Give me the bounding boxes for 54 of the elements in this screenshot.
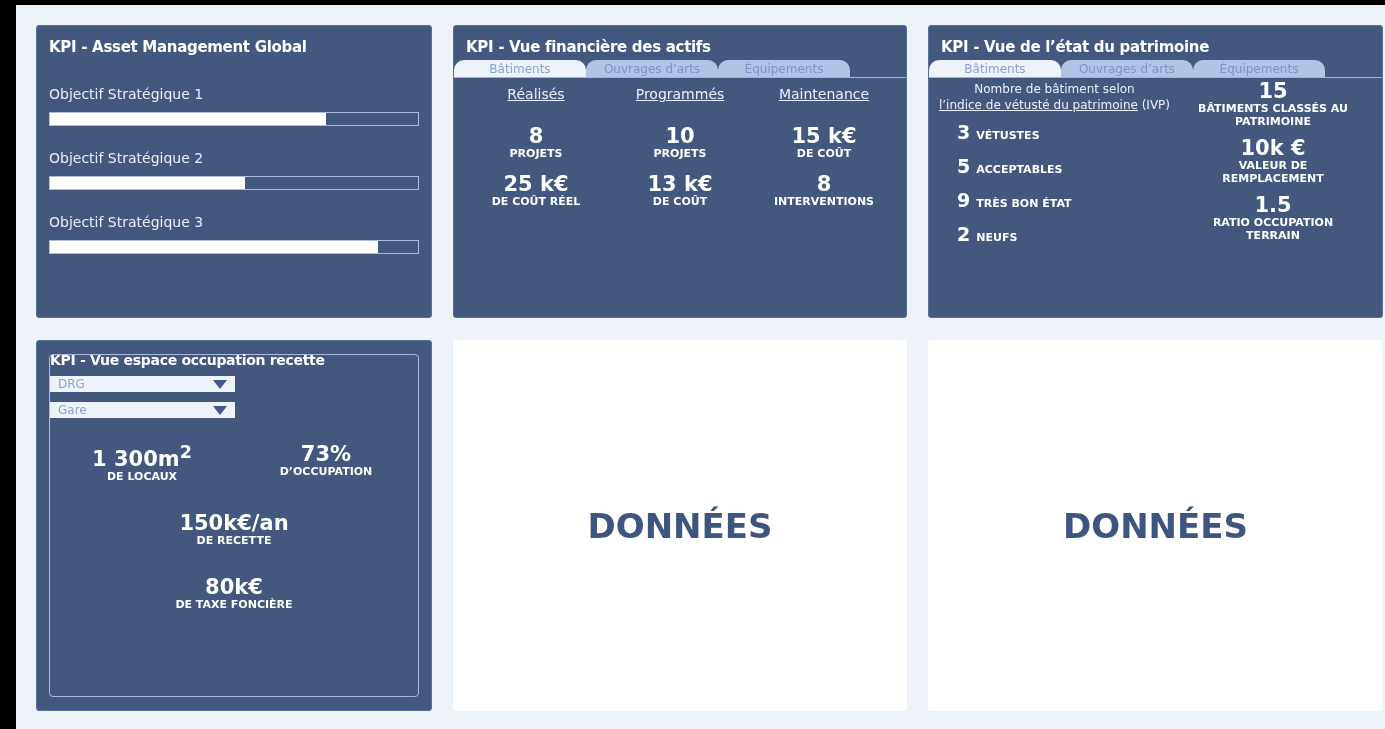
count-value: 3 [957, 121, 971, 144]
card-title: KPI - Vue espace occupation recette [50, 352, 326, 370]
card-title: KPI - Vue de l’état du patrimoine [940, 37, 1211, 58]
stat-label: INTERVENTIONS [773, 195, 875, 208]
stat-label: PROJETS [509, 147, 563, 160]
objective-label: Objectif Stratégique 2 [49, 150, 205, 166]
stat-label: DE LOCAUX [106, 470, 178, 483]
dropdown[interactable]: DRG [50, 376, 235, 392]
stat-value: 80k€ [205, 577, 263, 598]
intro-text: Nombre de bâtiment selon l’indice de vétusté du patrimoine (IVP) [937, 81, 1172, 114]
stat-label: PROJETS [653, 147, 707, 160]
card-title: KPI - Vue financière des actifs [465, 37, 712, 58]
tab[interactable]: Bâtiments [929, 60, 1061, 77]
stat-value: 13 k€ [647, 174, 713, 195]
stat-value: 8 [816, 174, 832, 195]
stat-value: 150k€/an [179, 513, 289, 534]
caret-icon [213, 405, 227, 415]
stat-label: DE RECETTE [196, 534, 272, 547]
count-value: 5 [957, 155, 971, 178]
stat-value: 25 k€ [503, 174, 569, 195]
ivp-link[interactable]: l’indice de vétusté du patrimoine [938, 98, 1138, 113]
stat-label: DE COÛT RÉEL [491, 195, 581, 208]
stat-value: 1 300m$^{2}$ [92, 444, 192, 470]
stat-label: RATIO OCCUPATION TERRAIN [1211, 216, 1335, 242]
caret-icon [213, 379, 227, 389]
card-title: KPI - Asset Management Global [48, 37, 308, 56]
stat-value: 10 [665, 126, 695, 147]
count-label: ACCEPTABLES [976, 163, 1063, 177]
objective-label: Objectif Stratégique 3 [49, 214, 205, 230]
stat-value: 1.5 [1254, 195, 1292, 216]
stat-label: DE COÛT [796, 147, 852, 160]
stat-value: 10k € [1240, 138, 1306, 159]
placeholder-text: DONNÉES [587, 505, 773, 546]
column-link[interactable]: Programmés [635, 86, 725, 102]
stat-value: 73% [300, 444, 352, 465]
column-link[interactable]: Maintenance [778, 86, 870, 102]
count-label: TRÈS BON ÉTAT [976, 197, 1072, 211]
stat-label: D’OCCUPATION [279, 465, 373, 478]
column-link[interactable]: Réalisés [507, 86, 565, 102]
stat-label: VALEUR DE REMPLACEMENT [1221, 159, 1325, 185]
stat-label: BÂTIMENTS CLASSÉS AU PATRIMOINE [1197, 102, 1349, 128]
stat-label: DE COÛT [652, 195, 708, 208]
placeholder-text: DONNÉES [1063, 505, 1248, 546]
count-label: NEUFS [976, 231, 1018, 245]
dropdown[interactable]: Gare [50, 402, 235, 418]
tab[interactable]: Bâtiments [454, 60, 586, 77]
stat-label: DE TAXE FONCIÈRE [175, 598, 293, 611]
count-value: 2 [957, 223, 971, 246]
objective-label: Objectif Stratégique 1 [49, 86, 205, 102]
stat-value: 15 k€ [791, 126, 857, 147]
stat-value: 8 [528, 126, 544, 147]
count-value: 9 [957, 189, 971, 212]
stat-value: 15 [1258, 81, 1288, 102]
count-label: VÉTUSTES [976, 129, 1040, 143]
